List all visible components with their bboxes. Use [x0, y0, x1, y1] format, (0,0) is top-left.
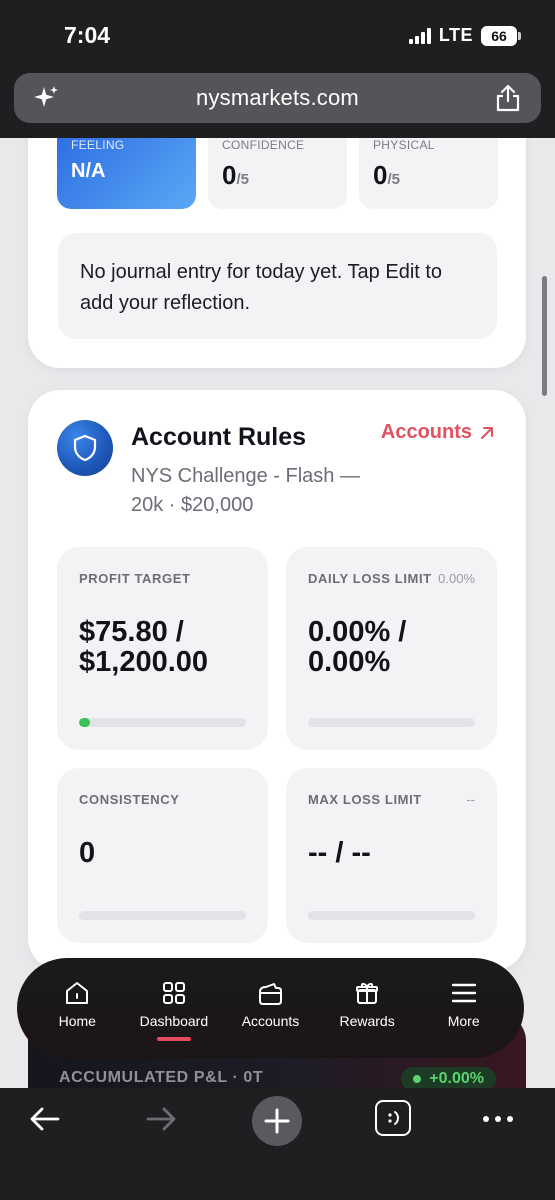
consistency-label: CONSISTENCY	[79, 792, 180, 807]
feeling-value: N/A	[71, 160, 106, 182]
gift-icon	[356, 982, 379, 1004]
nav-rewards-label: Rewards	[339, 1013, 395, 1029]
new-tab-button[interactable]	[252, 1096, 302, 1146]
plus-icon	[264, 1108, 290, 1134]
confidence-metric: CONFIDENCE 0/5	[208, 138, 347, 209]
nav-home[interactable]: Home	[32, 973, 122, 1043]
nav-dashboard-label: Dashboard	[139, 1013, 209, 1029]
smiley-tabs-icon	[388, 1111, 399, 1125]
back-arrow-icon[interactable]	[28, 1102, 62, 1136]
consistency-value: 0	[79, 837, 96, 869]
max-loss-limit-progress	[308, 911, 475, 920]
network-type: LTE	[438, 25, 473, 45]
max-loss-limit-label: MAX LOSS LIMIT	[308, 792, 422, 807]
consistency-progress	[79, 911, 246, 920]
browser-bottom-toolbar	[0, 1088, 555, 1200]
nav-dashboard[interactable]: Dashboard	[129, 973, 219, 1043]
wallet-icon	[259, 983, 283, 1005]
tabs-button[interactable]	[375, 1100, 411, 1136]
share-icon[interactable]	[495, 84, 521, 112]
grid-icon	[162, 982, 185, 1004]
max-loss-limit-side: --	[466, 792, 475, 807]
status-indicators: LTE 66	[408, 25, 521, 46]
daily-loss-limit-label: DAILY LOSS LIMIT	[308, 571, 432, 586]
scrollbar[interactable]	[542, 276, 547, 396]
signal-icon	[408, 27, 431, 44]
daily-loss-limit-box: DAILY LOSS LIMIT 0.00% 0.00% / 0.00%	[286, 547, 497, 750]
consistency-box: CONSISTENCY 0	[57, 768, 268, 943]
pnl-label: ACCUMULATED P&L · 0T	[59, 1069, 264, 1086]
menu-icon	[451, 983, 476, 1003]
profit-target-box: PROFIT TARGET $75.80 / $1,200.00	[57, 547, 268, 750]
shield-icon	[57, 420, 113, 476]
accounts-link[interactable]: Accounts	[381, 421, 494, 444]
nav-more-label: More	[447, 1013, 480, 1029]
nav-more[interactable]: More	[419, 973, 509, 1043]
account-rules-card: Account Rules NYS Challenge - Flash — 20…	[28, 390, 526, 970]
forward-arrow-icon[interactable]	[144, 1102, 178, 1136]
confidence-value: 0/5	[222, 160, 249, 190]
account-rules-subtitle: NYS Challenge - Flash — 20k · $20,000	[131, 465, 360, 516]
url-text[interactable]: nysmarkets.com	[196, 85, 359, 111]
battery-icon: 66	[481, 25, 521, 46]
profit-target-value: $75.80 / $1,200.00	[79, 616, 209, 678]
profit-target-progress	[79, 718, 246, 727]
daily-loss-limit-percent: 0.00%	[438, 571, 475, 586]
nav-accounts-label: Accounts	[241, 1013, 300, 1029]
nav-accounts[interactable]: Accounts	[225, 973, 315, 1043]
page-content: FEELING N/A CONFIDENCE 0/5 PHYSICAL 0/5 …	[0, 138, 555, 1088]
sparkle-icon[interactable]	[32, 84, 60, 112]
status-time: 7:04	[64, 22, 111, 48]
nav-active-indicator	[156, 1037, 191, 1041]
more-dots-icon[interactable]	[483, 1116, 513, 1122]
feeling-label: FEELING	[71, 138, 125, 152]
journal-empty-note: No journal entry for today yet. Tap Edit…	[58, 233, 497, 339]
physical-metric: PHYSICAL 0/5	[359, 138, 498, 209]
nav-rewards[interactable]: Rewards	[322, 973, 412, 1043]
physical-label: PHYSICAL	[373, 138, 435, 152]
nav-home-label: Home	[58, 1013, 96, 1029]
pnl-change-badge: +0.00%	[401, 1067, 496, 1088]
home-icon	[66, 982, 89, 1004]
accounts-link-label[interactable]: Accounts	[381, 421, 472, 444]
daily-loss-limit-progress	[308, 718, 475, 727]
address-bar[interactable]: nysmarkets.com	[14, 73, 541, 123]
profit-target-label: PROFIT TARGET	[79, 571, 191, 586]
arrow-up-right-icon	[481, 426, 493, 439]
browser-top-chrome: 7:04 LTE 66 nysmarkets.com	[0, 0, 555, 138]
feeling-metric: FEELING N/A	[57, 138, 196, 209]
max-loss-limit-value: -- / --	[308, 837, 371, 869]
daily-loss-limit-value: 0.00% / 0.00%	[308, 616, 407, 678]
account-rules-title: Account Rules	[131, 423, 307, 451]
app-bottom-nav: Home Dashboard Accounts Rewards More	[17, 958, 524, 1058]
max-loss-limit-box: MAX LOSS LIMIT -- -- / --	[286, 768, 497, 943]
confidence-label: CONFIDENCE	[222, 138, 305, 152]
journal-card: FEELING N/A CONFIDENCE 0/5 PHYSICAL 0/5 …	[28, 138, 526, 368]
physical-value: 0/5	[373, 160, 400, 190]
